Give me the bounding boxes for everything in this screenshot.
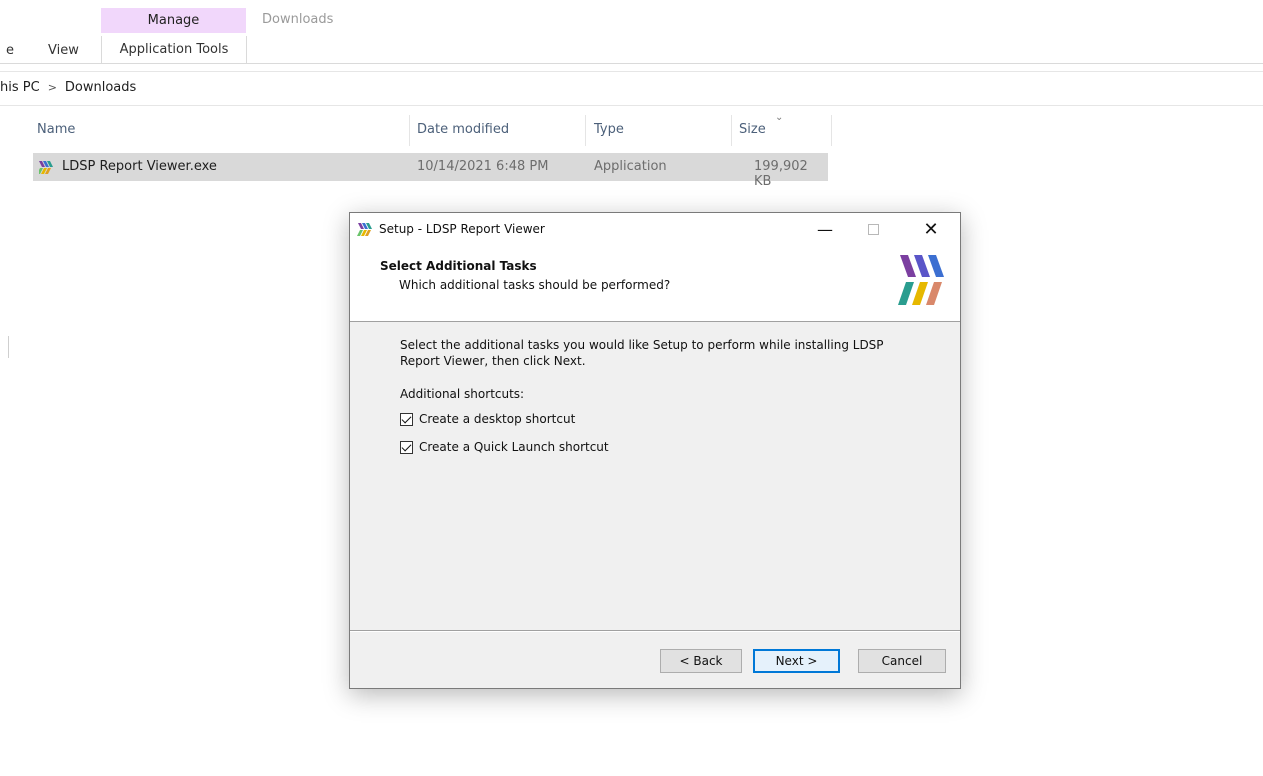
- column-separator[interactable]: [731, 115, 732, 146]
- address-bar-divider: [0, 105, 1263, 106]
- ribbon-divider: [0, 63, 1263, 64]
- column-header-date-modified[interactable]: Date modified: [417, 122, 509, 137]
- ribbon-bottom-divider: [0, 71, 1263, 72]
- file-size: 199,902 KB: [754, 159, 808, 189]
- nav-pane-resize-handle[interactable]: [8, 336, 9, 358]
- ribbon-tab-view[interactable]: View: [48, 43, 79, 58]
- ribbon-tab-application-tools[interactable]: Application Tools: [101, 36, 247, 63]
- desktop-shortcut-option[interactable]: Create a desktop shortcut: [400, 412, 575, 426]
- wizard-page-subtitle: Which additional tasks should be perform…: [399, 278, 671, 292]
- file-row[interactable]: LDSP Report Viewer.exe 10/14/2021 6:48 P…: [33, 153, 828, 189]
- cancel-button[interactable]: Cancel: [858, 649, 946, 673]
- next-button[interactable]: Next >: [753, 649, 840, 673]
- close-icon[interactable]: ✕: [908, 213, 954, 245]
- column-separator[interactable]: [585, 115, 586, 146]
- file-date-modified: 10/14/2021 6:48 PM: [417, 159, 549, 174]
- minimize-icon[interactable]: —: [802, 213, 848, 245]
- footer-divider-highlight: [350, 631, 960, 632]
- setup-app-icon: [357, 223, 372, 236]
- sort-chevron-icon: ⌄: [775, 112, 784, 123]
- maximize-icon: [850, 213, 896, 245]
- wizard-instructions: Select the additional tasks you would li…: [400, 338, 884, 368]
- dialog-title: Setup - LDSP Report Viewer: [379, 222, 545, 236]
- column-header-name[interactable]: Name: [37, 122, 75, 137]
- column-header-size[interactable]: Size: [739, 122, 766, 137]
- desktop-shortcut-checkbox[interactable]: [400, 412, 413, 426]
- additional-shortcuts-label: Additional shortcuts:: [400, 387, 525, 401]
- ribbon-tab-share-partial[interactable]: e: [6, 43, 14, 58]
- file-name[interactable]: LDSP Report Viewer.exe: [62, 159, 217, 174]
- breadcrumb-chevron-icon: >: [47, 81, 57, 94]
- breadcrumb[interactable]: his PC > Downloads: [0, 80, 136, 95]
- desktop-shortcut-label[interactable]: Create a desktop shortcut: [419, 412, 575, 426]
- column-separator[interactable]: [831, 115, 832, 146]
- column-header-type[interactable]: Type: [594, 122, 624, 137]
- quick-launch-shortcut-label[interactable]: Create a Quick Launch shortcut: [419, 440, 609, 454]
- breadcrumb-item-this-pc[interactable]: his PC: [0, 80, 40, 95]
- ribbon-tab-manage[interactable]: Manage: [101, 8, 246, 33]
- column-separator[interactable]: [409, 115, 410, 146]
- wizard-header: Select Additional Tasks Which additional…: [350, 245, 960, 322]
- ldsp-app-icon: [39, 161, 53, 174]
- quick-launch-shortcut-checkbox[interactable]: [400, 440, 413, 454]
- ldsp-logo-icon: [898, 255, 944, 305]
- breadcrumb-item-downloads[interactable]: Downloads: [65, 80, 136, 95]
- file-type: Application: [594, 159, 667, 174]
- back-button[interactable]: < Back: [660, 649, 742, 673]
- wizard-page-title: Select Additional Tasks: [380, 259, 537, 273]
- setup-dialog: Setup - LDSP Report Viewer — ✕ Select Ad…: [349, 212, 961, 689]
- quick-launch-shortcut-option[interactable]: Create a Quick Launch shortcut: [400, 440, 609, 454]
- window-title: Downloads: [262, 12, 334, 27]
- dialog-titlebar[interactable]: Setup - LDSP Report Viewer — ✕: [350, 213, 960, 245]
